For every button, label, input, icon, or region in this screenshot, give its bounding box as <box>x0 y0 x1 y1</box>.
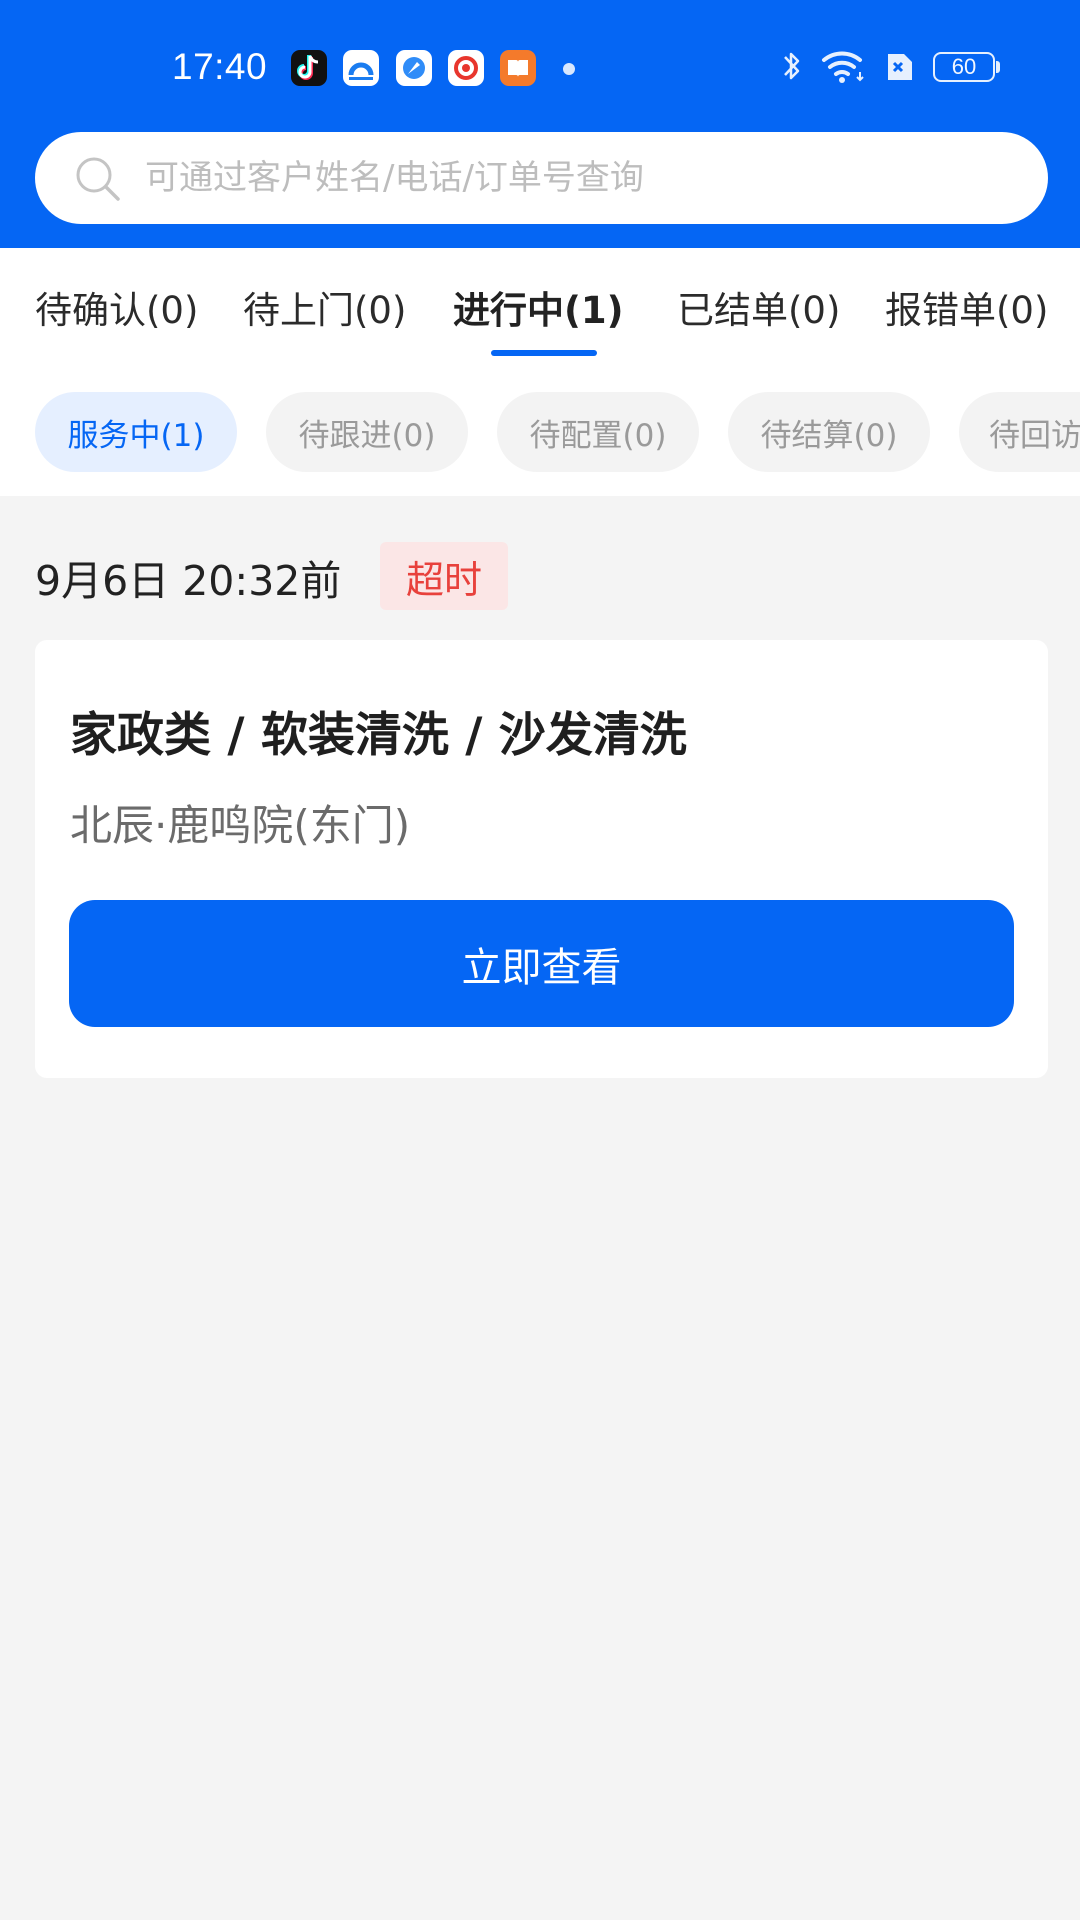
view-now-button[interactable]: 立即查看 <box>69 900 1014 1027</box>
battery-indicator: 60 <box>933 52 995 82</box>
subtab-pending-settlement[interactable]: 待结算(0) <box>728 392 930 472</box>
active-tab-indicator <box>491 350 597 356</box>
tiktok-icon <box>291 50 327 86</box>
order-deadline: 9月6日 20:32前 <box>35 557 342 605</box>
battery-cap <box>996 61 1000 73</box>
battery-level: 60 <box>951 54 977 79</box>
qq-browser-icon <box>343 50 379 86</box>
tab-pending-confirm[interactable]: 待确认(0) <box>35 280 198 334</box>
status-bar: 17:40 60 <box>0 0 1080 136</box>
subtab-pending-config[interactable]: 待配置(0) <box>497 392 699 472</box>
reader-icon <box>500 50 536 86</box>
tab-completed[interactable]: 已结单(0) <box>677 280 840 334</box>
tab-error-orders[interactable]: 报错单(0) <box>885 280 1048 334</box>
header: 17:40 60 可通过客户姓名/电话/订单号查询 <box>0 0 1080 248</box>
tab-in-progress[interactable]: 进行中(1) <box>453 280 624 334</box>
order-address: 北辰·鹿鸣院(东门) <box>70 801 411 850</box>
overtime-badge: 超时 <box>380 542 508 610</box>
subtab-pending-follow-up[interactable]: 待跟进(0) <box>266 392 468 472</box>
weibo-icon <box>448 50 484 86</box>
search-input[interactable] <box>145 132 1005 224</box>
more-notifications-dot <box>563 63 575 75</box>
subtab-pending-revisit[interactable]: 待回访 <box>959 392 1080 472</box>
wifi-icon <box>822 51 864 83</box>
browser-icon <box>396 50 432 86</box>
search-bar[interactable] <box>35 132 1048 224</box>
no-sim-icon <box>888 54 912 80</box>
order-title: 家政类 / 软装清洗 / 沙发清洗 <box>70 708 687 763</box>
status-time: 17:40 <box>172 46 268 87</box>
bluetooth-icon <box>784 52 800 80</box>
subtab-in-service[interactable]: 服务中(1) <box>35 392 237 472</box>
tab-pending-visit[interactable]: 待上门(0) <box>243 280 406 334</box>
search-icon <box>76 157 120 201</box>
